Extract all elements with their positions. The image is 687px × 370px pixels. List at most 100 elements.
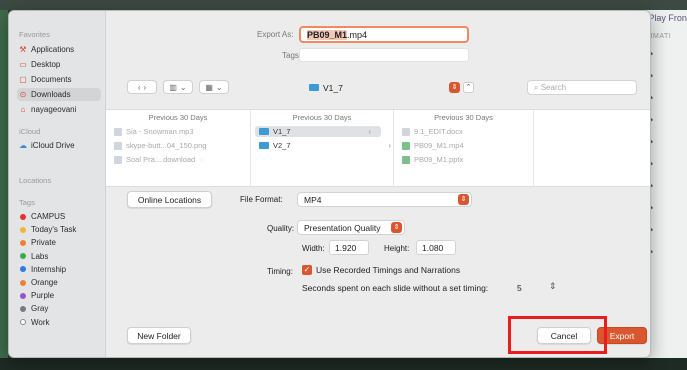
stepper-icon[interactable]: ⇕ bbox=[549, 281, 557, 292]
downloads-icon: ⊙ bbox=[19, 89, 27, 99]
highlight-box bbox=[508, 316, 607, 354]
use-recorded-timings-option[interactable]: ✓ Use Recorded Timings and Narrations bbox=[302, 265, 460, 275]
tag-label: Internship bbox=[31, 264, 67, 274]
sidebar-tag-item[interactable]: Private bbox=[17, 236, 101, 249]
file-icon bbox=[114, 127, 122, 136]
location-popup[interactable]: V1_7 ⇕ ⌃ bbox=[309, 80, 474, 95]
column-header: Previous 30 Days bbox=[292, 113, 352, 122]
sidebar-item-downloads[interactable]: ⊙ Downloads bbox=[17, 88, 101, 101]
export-dialog: Favorites ⚒ Applications ▭ Desktop ▢ Docume… bbox=[8, 10, 651, 358]
sidebar-item-desktop[interactable]: ▭ Desktop bbox=[17, 58, 101, 71]
sidebar-tag-item[interactable]: Purple bbox=[17, 289, 101, 302]
browser-column-2: Previous 30 Days V1_7 › V2_7 › bbox=[251, 110, 394, 188]
expand-collapse-button[interactable]: ⌃ bbox=[463, 82, 474, 93]
tag-color-dot bbox=[20, 292, 26, 299]
sidebar-item-documents[interactable]: ▢ Documents bbox=[17, 73, 101, 86]
sidebar-tag-item[interactable]: Gray bbox=[17, 302, 101, 315]
back-icon[interactable]: ‹ bbox=[138, 83, 141, 92]
sidebar: Favorites ⚒ Applications ▭ Desktop ▢ Docume… bbox=[9, 11, 106, 357]
width-label: Width: bbox=[302, 244, 325, 253]
height-label: Height: bbox=[384, 244, 410, 253]
folder-icon bbox=[309, 84, 319, 91]
tag-label: Gray bbox=[31, 304, 49, 314]
file-format-label: File Format: bbox=[240, 195, 283, 204]
chevron-down-icon: ⌄ bbox=[179, 82, 187, 92]
back-forward-buttons[interactable]: ‹ › bbox=[127, 80, 157, 94]
column-header: Previous 30 Days bbox=[434, 113, 493, 122]
presentation-icon bbox=[402, 155, 410, 164]
checkbox-checked-icon[interactable]: ✓ bbox=[302, 265, 312, 275]
file-item: 9.1_EDIT.docx bbox=[402, 126, 463, 137]
tag-label: Today's Task bbox=[31, 225, 77, 235]
file-format-select[interactable]: MP4 ⇕ bbox=[297, 192, 472, 207]
tag-color-dot bbox=[20, 239, 26, 246]
desktop-icon: ▭ bbox=[19, 59, 27, 69]
seconds-field[interactable]: 5 bbox=[511, 280, 545, 295]
sidebar-section-icloud: iCloud bbox=[19, 127, 41, 136]
sidebar-section-tags: Tags bbox=[19, 198, 35, 207]
tag-color-dot bbox=[20, 305, 26, 312]
width-field: 1.920 bbox=[329, 240, 369, 255]
folder-item-v1-7[interactable]: V1_7 › bbox=[255, 126, 381, 137]
tag-color-dot bbox=[20, 226, 26, 233]
background-app-left-strip bbox=[0, 10, 8, 370]
tag-label: Orange bbox=[31, 278, 58, 287]
file-item: PB09_M1.mp4 bbox=[402, 140, 464, 151]
tags-field[interactable] bbox=[299, 48, 469, 62]
location-stepper-icon[interactable]: ⇕ bbox=[449, 82, 460, 93]
tag-label: Work bbox=[31, 317, 50, 327]
sidebar-tag-item[interactable]: Today's Task bbox=[17, 223, 101, 236]
chevron-right-icon: › bbox=[388, 141, 391, 150]
chevron-right-icon: › bbox=[368, 127, 371, 136]
tag-color-dot bbox=[20, 279, 26, 286]
folder-item-v2-7[interactable]: V2_7 › bbox=[259, 140, 391, 151]
export-as-label: Export As: bbox=[257, 30, 294, 39]
sidebar-item-applications[interactable]: ⚒ Applications bbox=[17, 43, 101, 56]
online-locations-button[interactable]: Online Locations bbox=[127, 191, 212, 208]
tag-color-dot bbox=[20, 266, 26, 273]
home-icon: ⌂ bbox=[20, 104, 26, 114]
group-by-button[interactable]: ▦ ⌄ bbox=[199, 80, 229, 94]
seconds-label: Seconds spent on each slide without a se… bbox=[302, 283, 489, 293]
sidebar-tag-item[interactable]: Work bbox=[17, 316, 101, 329]
sidebar-tag-item[interactable]: CAMPUS bbox=[17, 210, 101, 223]
downloading-icon: ◌ bbox=[199, 155, 204, 164]
applications-icon: ⚒ bbox=[19, 44, 27, 54]
sidebar-tag-item[interactable]: Orange bbox=[17, 276, 101, 289]
select-arrows-icon: ⇕ bbox=[458, 194, 469, 205]
export-as-field[interactable]: PB09_M1.mp4 bbox=[299, 26, 469, 43]
tag-color-dot bbox=[20, 253, 26, 260]
quality-label: Quality: bbox=[267, 224, 295, 233]
quality-select[interactable]: Presentation Quality ⇕ bbox=[297, 220, 405, 235]
sidebar-item-icloud-drive[interactable]: ☁ iCloud Drive bbox=[17, 139, 101, 152]
sidebar-tag-item[interactable]: Internship bbox=[17, 263, 101, 276]
video-icon bbox=[402, 141, 410, 150]
folder-icon bbox=[259, 142, 269, 149]
sidebar-tag-item[interactable]: Labs bbox=[17, 250, 101, 263]
browser-column-3: Previous 30 Days 9.1_EDIT.docx PB09_M1.m… bbox=[394, 110, 534, 188]
file-browser: Previous 30 Days Sia - Snowman.mp3 skype… bbox=[106, 109, 650, 188]
select-arrows-icon: ⇕ bbox=[391, 222, 402, 233]
forward-icon[interactable]: › bbox=[144, 83, 147, 92]
sidebar-item-home[interactable]: ⌂ nayageovani bbox=[17, 103, 101, 116]
file-item: Sia - Snowman.mp3 bbox=[114, 126, 194, 137]
new-folder-button[interactable]: New Folder bbox=[127, 327, 191, 344]
file-item: PB09_M1.pptx bbox=[402, 154, 463, 165]
dialog-main: Export As: PB09_M1.mp4 Tags: ‹ › ▥ ⌄ ▦ ⌄ V1… bbox=[106, 11, 650, 357]
search-icon: ⌕ bbox=[534, 83, 539, 92]
tag-label: Purple bbox=[31, 291, 55, 301]
timing-label: Timing: bbox=[267, 267, 293, 276]
icloud-icon: ☁ bbox=[19, 140, 27, 150]
chevron-down-icon: ⌄ bbox=[215, 82, 223, 92]
background-app-bottom-strip bbox=[0, 358, 687, 370]
tag-label: CAMPUS bbox=[31, 212, 66, 221]
height-field: 1.080 bbox=[416, 240, 456, 255]
documents-icon: ▢ bbox=[19, 74, 27, 84]
file-item: skype-butt...04_150.png bbox=[114, 140, 206, 151]
tag-color-dot bbox=[20, 213, 26, 220]
folder-icon bbox=[259, 128, 269, 135]
column-header: Previous 30 Days bbox=[148, 113, 208, 122]
view-mode-button[interactable]: ▥ ⌄ bbox=[163, 80, 193, 94]
search-field[interactable]: ⌕ Search bbox=[527, 80, 637, 95]
document-icon bbox=[402, 127, 410, 136]
